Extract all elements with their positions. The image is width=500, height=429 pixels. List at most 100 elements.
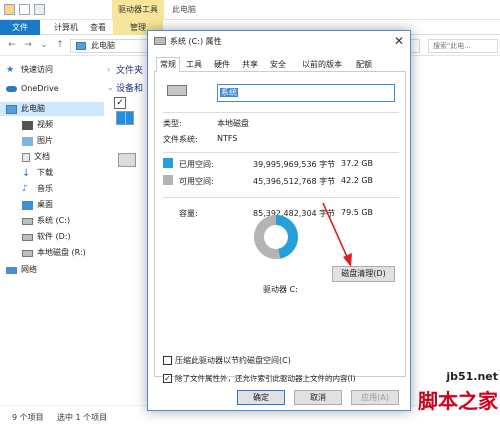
used-space-swatch [163,158,173,168]
nav-item-pictures[interactable]: 图片 [22,134,53,148]
drive-icon [154,37,166,45]
tab-computer[interactable]: 计算机 [48,20,84,35]
nav-item-onedrive[interactable]: OneDrive [6,82,59,96]
nav-label: 系统 (C:) [37,216,71,225]
tab-file[interactable]: 文件 [0,20,40,35]
chevron-down-icon[interactable]: ⌄ [107,83,114,92]
nav-label: 本地磁盘 (R:) [37,248,86,257]
drive-icon[interactable] [118,153,136,167]
nav-label: 下载 [37,168,53,177]
nav-item-drive-d[interactable]: 软件 (D:) [22,230,71,244]
nav-label: 文档 [34,152,50,161]
nav-item-drive-r[interactable]: 本地磁盘 (R:) [22,246,86,260]
nav-label: 此电脑 [21,104,45,113]
nav-label: 音乐 [37,184,53,193]
divider [163,197,399,198]
nav-item-quick-access[interactable]: ★ 快速访问 [6,63,53,77]
nav-label: 软件 (D:) [37,232,71,241]
nav-item-downloads[interactable]: ↓ 下载 [22,166,53,180]
drive-icon [22,233,33,241]
document-icon [22,152,30,162]
tab-hardware[interactable]: 硬件 [210,57,234,72]
status-selected-count: 选中 1 个项目 [57,413,108,422]
dialog-titlebar: 系统 (C:) 属性 ✕ [148,31,410,53]
filesystem-value: NTFS [217,134,238,143]
download-icon: ↓ [22,167,31,179]
tab-view[interactable]: 查看 [84,20,112,35]
back-arrow-icon[interactable]: ← [6,39,18,51]
drive-name-text: 系统 [220,88,238,97]
desktop-icon [22,200,33,210]
used-space-bytes: 39,995,969,536 字节 [253,160,336,169]
nav-label: 图片 [37,136,53,145]
nav-label: 视频 [37,120,53,129]
nav-label: 网络 [21,265,37,274]
nav-item-desktop[interactable]: 桌面 [22,198,53,212]
type-value: 本地磁盘 [217,119,249,128]
drive-name-input[interactable]: 系统 [217,84,395,102]
folder-icon[interactable] [4,4,15,15]
drive-icon [22,249,33,257]
explorer-titlebar: 驱动器工具 此电脑 [0,0,500,20]
nav-item-this-pc[interactable]: 此电脑 [0,102,104,116]
free-space-bytes: 45,396,512,768 字节 [253,177,336,186]
chevron-right-icon[interactable]: › [107,65,110,74]
window-title: 此电脑 [172,5,196,14]
navigation-pane: ★ 快速访问 OneDrive 此电脑 视频 图片 文档 ↓ 下载 ♪ 音乐 桌… [0,57,104,402]
divider [163,112,399,113]
checkbox-icon[interactable] [19,4,30,15]
search-input[interactable]: 搜索"此电... [428,39,498,53]
item-select-checkbox[interactable]: ✓ [114,97,126,109]
picture-icon [22,136,33,146]
tab-previous-versions[interactable]: 以前的版本 [294,57,350,72]
section-folders[interactable]: 文件夹 [116,63,143,76]
free-space-swatch [163,175,173,185]
star-icon: ★ [6,64,15,75]
system-drive-icon[interactable] [116,111,134,125]
dialog-title: 系统 (C:) 属性 [170,37,222,46]
nav-item-music[interactable]: ♪ 音乐 [22,182,53,196]
cancel-button[interactable]: 取消 [294,390,342,405]
drive-letter-label: 驱动器 C: [263,285,298,294]
index-label[interactable]: 除了文件属性外，还允许索引此驱动器上文件的内容(I) [175,373,356,384]
nav-item-videos[interactable]: 视频 [22,118,53,132]
compress-label[interactable]: 压缩此驱动器以节约磁盘空间(C) [175,355,291,366]
used-space-gb: 37.2 GB [341,159,374,168]
watermark: jb51.net 脚本之家 [368,370,498,429]
tab-quota[interactable]: 配额 [352,57,376,72]
close-icon[interactable]: ✕ [394,34,404,48]
tab-tools[interactable]: 工具 [182,57,206,72]
nav-label: OneDrive [21,84,59,93]
tab-sharing[interactable]: 共享 [238,57,262,72]
compress-checkbox[interactable] [163,356,172,365]
save-icon[interactable] [34,4,45,15]
filesystem-label: 文件系统: [163,135,198,144]
type-label: 类型: [163,119,182,128]
nav-item-drive-c[interactable]: 系统 (C:) [22,214,70,228]
recent-chevron-icon[interactable]: ⌄ [38,39,50,51]
nav-label: 桌面 [37,200,53,209]
forward-arrow-icon[interactable]: → [22,39,34,51]
music-icon: ♪ [22,183,28,194]
capacity-label: 容量: [179,209,198,218]
nav-item-documents[interactable]: 文档 [22,150,50,164]
tab-security[interactable]: 安全 [266,57,290,72]
watermark-text: 脚本之家 [418,389,498,413]
free-space-label: 可用空间: [179,177,214,186]
tab-general[interactable]: 常规 [156,57,180,73]
disk-cleanup-button[interactable]: 磁盘清理(D) [332,266,395,282]
computer-icon [76,42,86,50]
drive-icon [22,217,33,225]
section-devices[interactable]: 设备和 [116,81,143,94]
capacity-gb: 79.5 GB [341,208,374,217]
network-icon [6,266,17,274]
index-checkbox[interactable]: ✓ [163,374,172,383]
quick-access-toolbar [4,4,45,15]
cloud-icon [6,86,17,92]
ok-button[interactable]: 确定 [237,390,285,405]
video-icon [22,120,33,130]
up-arrow-icon[interactable]: ↑ [54,39,66,51]
disk-usage-donut [254,215,298,259]
nav-item-network[interactable]: 网络 [6,263,37,277]
free-space-gb: 42.2 GB [341,176,374,185]
